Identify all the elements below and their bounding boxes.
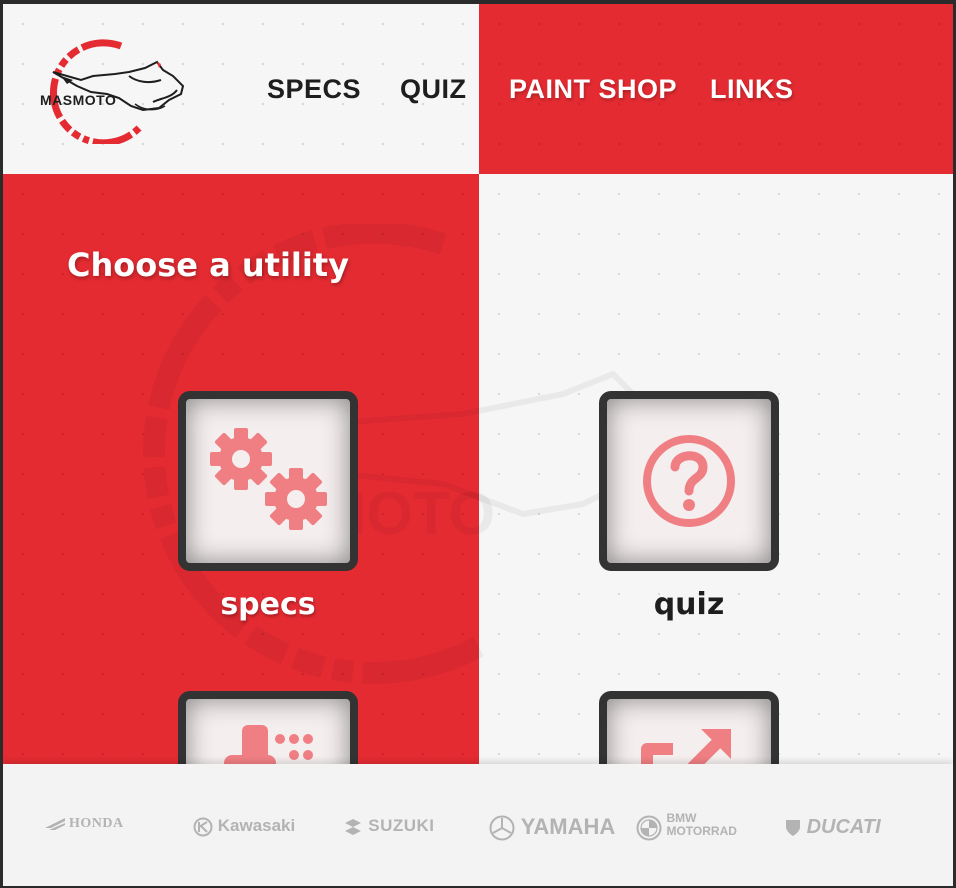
brand-suzuki-text: SUZUKI [368,816,435,835]
yamaha-tuning-forks-icon [489,815,515,841]
brand-yamaha[interactable]: YAMAHA [489,814,615,841]
nav-specs-link[interactable]: SPECS [267,74,361,105]
specs-tile[interactable] [178,391,358,571]
page: MASMOTO SPECS QUIZ PAINT SHOP LINKS MASM… [3,4,953,886]
nav-quiz-link[interactable]: QUIZ [400,74,467,105]
honda-wing-icon [45,817,65,830]
kawasaki-emblem-icon [193,817,213,837]
footer: HONDA Kawasaki SUZUKI YAMAHA BMW MOTORRA… [3,764,953,886]
quiz-tile-label[interactable]: quiz [599,587,779,622]
brand-suzuki[interactable]: SUZUKI [343,816,435,837]
question-circle-icon [643,435,735,527]
brand-kawasaki[interactable]: Kawasaki [193,816,295,837]
specs-tile-label[interactable]: specs [178,587,358,622]
nav-paint-shop-link[interactable]: PAINT SHOP [509,74,677,105]
brand-ducati-text: DUCATI [806,816,881,838]
bmw-roundel-icon [636,815,662,841]
ducati-shield-icon [786,819,800,836]
logo-text: MASMOTO [40,92,117,108]
brand-yamaha-text: YAMAHA [520,814,616,839]
masmoto-logo[interactable]: MASMOTO [33,34,193,144]
suzuki-s-icon [345,818,361,835]
motorcycle-logo-icon [50,39,185,144]
quiz-tile[interactable] [599,391,779,571]
brand-bmw-motorrad[interactable]: BMW MOTORRAD [636,812,737,841]
nav-links-link[interactable]: LINKS [710,74,794,105]
brand-kawasaki-text: Kawasaki [217,816,296,835]
brand-honda-text: HONDA [69,816,124,831]
brand-ducati[interactable]: DUCATI [785,816,881,839]
gears-icon [210,428,327,530]
brand-honda[interactable]: HONDA [45,816,124,832]
brand-bmw-text: BMW [666,811,697,825]
page-heading: Choose a utility [67,246,349,284]
brand-motorrad-text: MOTORRAD [666,824,737,838]
